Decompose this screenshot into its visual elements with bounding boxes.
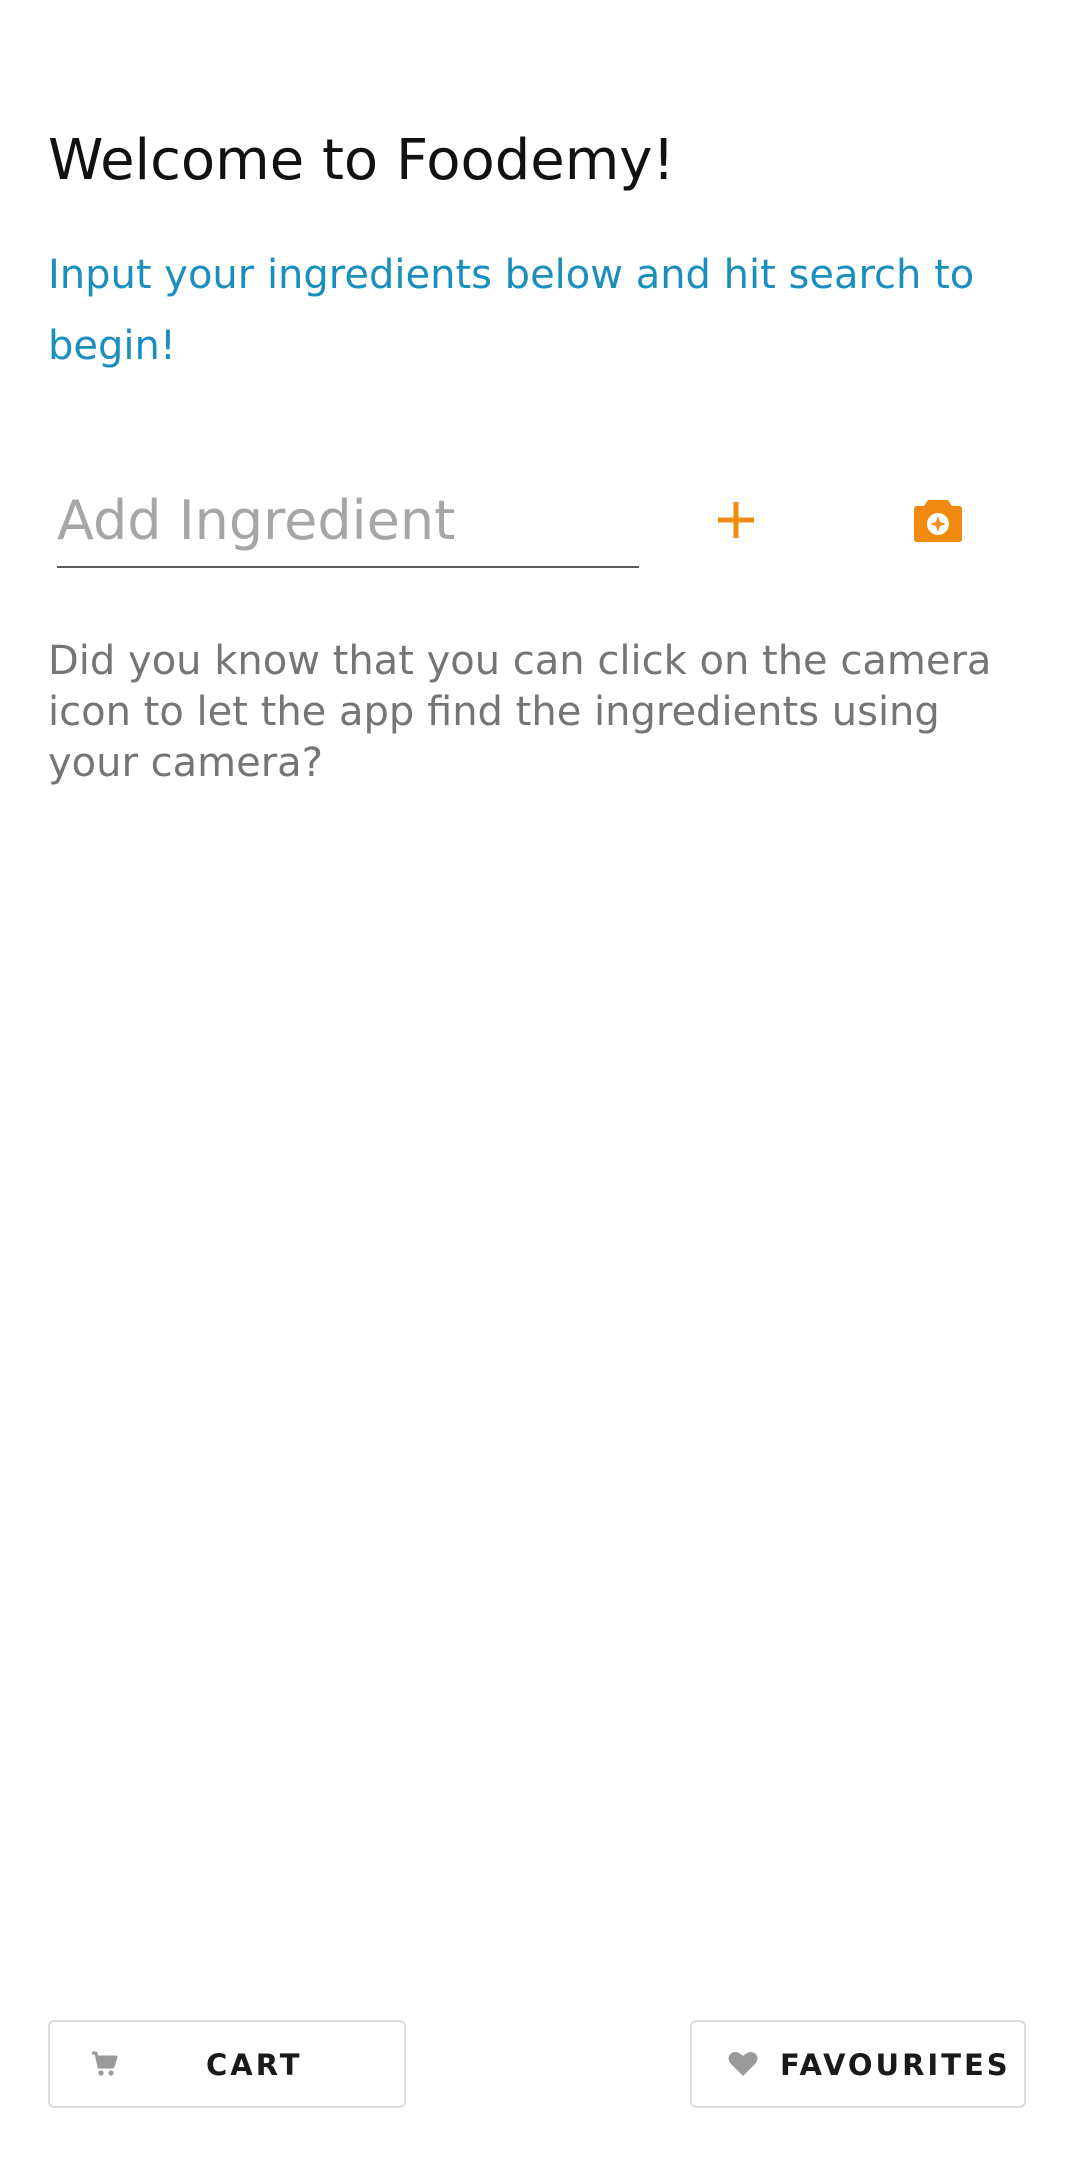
camera-icon [914,500,962,542]
camera-button[interactable] [906,488,970,552]
ingredient-input-row [48,474,1032,584]
favourites-button-label: FAVOURITES [780,2048,1011,2082]
camera-hint-text: Did you know that you can click on the c… [48,638,992,786]
page-title: Welcome to Foodemy! [48,128,675,193]
favourites-button[interactable]: FAVOURITES [690,2020,1026,2108]
page-subtitle: Input your ingredients below and hit sea… [48,252,975,369]
cart-icon [90,2050,118,2078]
cart-button-label: CART [206,2048,303,2082]
ingredient-input[interactable] [57,474,639,568]
heart-icon [728,2050,758,2078]
add-ingredient-button[interactable] [696,480,776,560]
plus-icon [718,502,754,538]
cart-button[interactable]: CART [48,2020,406,2108]
